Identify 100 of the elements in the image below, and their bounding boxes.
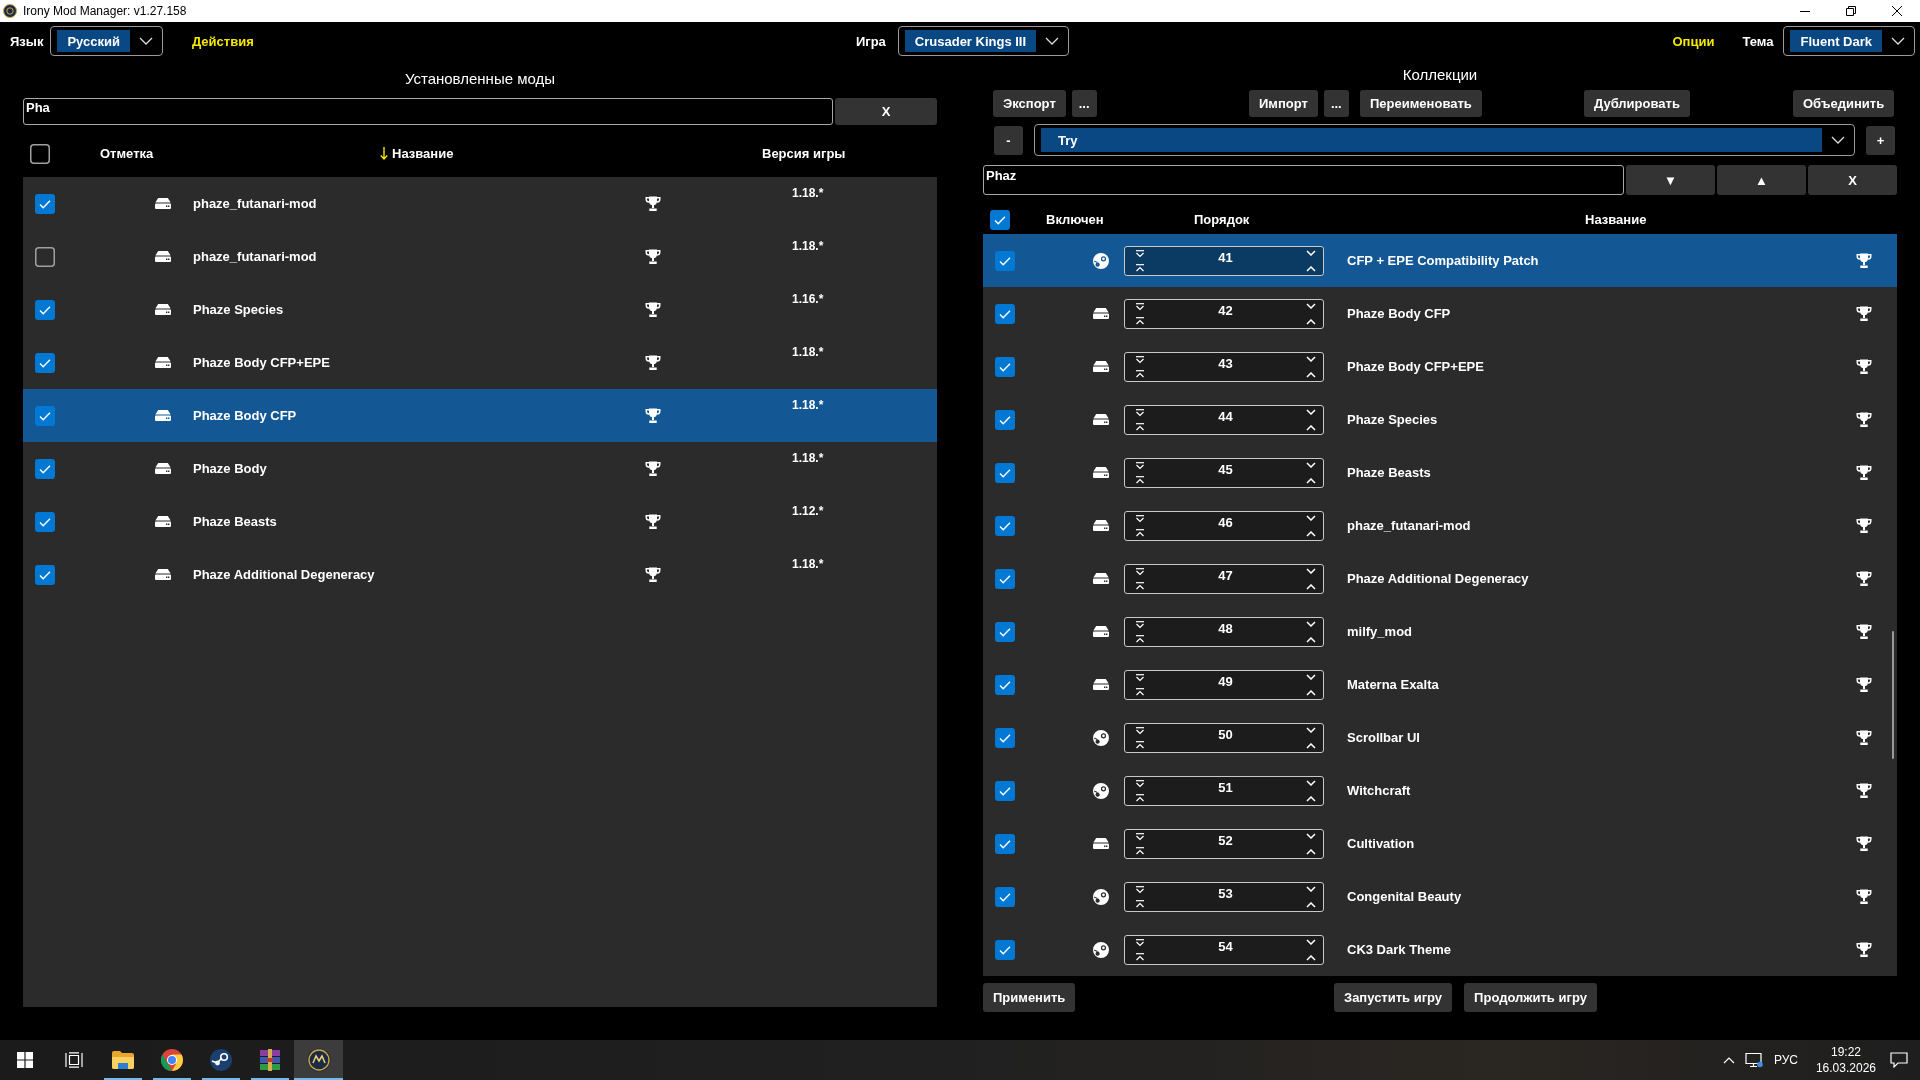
list-row[interactable]: Phaze Body CFP 1.18.* <box>23 389 937 442</box>
column-header[interactable]: Версия игры <box>762 146 846 161</box>
bar-chevron-up-icon[interactable] <box>1135 899 1145 908</box>
order-spinner[interactable]: 43 <box>1124 351 1324 382</box>
duplicate-button[interactable]: Дублировать <box>1584 90 1690 117</box>
chevron-up-icon[interactable] <box>1306 848 1316 855</box>
chevron-up-icon[interactable] <box>1306 901 1316 908</box>
chevron-up-icon[interactable] <box>1306 689 1316 696</box>
next-button[interactable]: ▼ <box>1626 165 1715 195</box>
chevron-down-icon[interactable] <box>1306 302 1316 309</box>
order-spinner[interactable]: 45 <box>1124 457 1324 488</box>
bar-chevron-up-icon[interactable] <box>1135 475 1145 484</box>
apply-button[interactable]: Применить <box>983 983 1076 1012</box>
bar-chevron-down-icon[interactable] <box>1135 302 1145 311</box>
clear-button[interactable]: X <box>1808 165 1897 195</box>
import-button[interactable]: Импорт <box>1249 90 1318 117</box>
order-spinner[interactable]: 50 <box>1124 722 1324 753</box>
column-header[interactable]: Включен <box>1046 212 1104 227</box>
checkbox[interactable] <box>995 250 1015 271</box>
order-spinner[interactable]: 48 <box>1124 616 1324 647</box>
task-view-icon[interactable] <box>64 1052 83 1068</box>
bar-chevron-up-icon[interactable] <box>1135 634 1145 643</box>
chevron-up-icon[interactable] <box>1306 795 1316 802</box>
chevron-up-icon[interactable] <box>1306 424 1316 431</box>
checkbox[interactable] <box>990 209 1010 230</box>
checkbox[interactable] <box>35 193 55 214</box>
checkbox[interactable] <box>995 939 1015 960</box>
chevron-up-icon[interactable] <box>1306 477 1316 484</box>
chevron-down-icon[interactable] <box>1306 779 1316 786</box>
bar-chevron-down-icon[interactable] <box>1135 620 1145 629</box>
checkbox[interactable] <box>995 621 1015 642</box>
remove-button[interactable]: - <box>994 125 1023 155</box>
bar-chevron-down-icon[interactable] <box>1135 567 1145 576</box>
chevron-up-icon[interactable] <box>1306 265 1316 272</box>
chevron-up-icon[interactable] <box>1306 583 1316 590</box>
bar-chevron-up-icon[interactable] <box>1135 369 1145 378</box>
checkbox[interactable] <box>995 674 1015 695</box>
bar-chevron-down-icon[interactable] <box>1135 355 1145 364</box>
launch-game-button[interactable]: Запустить игру <box>1334 983 1453 1012</box>
bar-chevron-down-icon[interactable] <box>1135 885 1145 894</box>
scrollbar-thumb[interactable] <box>1892 631 1894 759</box>
checkbox[interactable] <box>35 564 55 585</box>
checkbox[interactable] <box>35 352 55 373</box>
resume-game-button[interactable]: Продолжить игру <box>1464 983 1597 1012</box>
theme-dropdown[interactable]: Fluent Dark <box>1783 26 1915 56</box>
input-language[interactable]: РУС <box>1773 1053 1798 1067</box>
chevron-up-icon[interactable] <box>1306 742 1316 749</box>
checkbox[interactable] <box>995 303 1015 324</box>
bar-chevron-down-icon[interactable] <box>1135 514 1145 523</box>
bar-chevron-down-icon[interactable] <box>1135 249 1145 258</box>
bar-chevron-up-icon[interactable] <box>1135 528 1145 537</box>
order-spinner[interactable]: 54 <box>1124 934 1324 965</box>
bar-chevron-down-icon[interactable] <box>1135 408 1145 417</box>
chevron-down-icon[interactable] <box>1306 249 1316 256</box>
column-header[interactable]: Название <box>380 146 454 161</box>
chevron-down-icon[interactable] <box>1306 514 1316 521</box>
chevron-up-icon[interactable] <box>1306 318 1316 325</box>
checkbox[interactable] <box>995 356 1015 377</box>
column-header[interactable]: Отметка <box>100 146 154 161</box>
clock-time[interactable]: 19:22 <box>1830 1045 1861 1059</box>
chevron-down-icon[interactable] <box>1306 673 1316 680</box>
checkbox[interactable] <box>995 515 1015 536</box>
checkbox[interactable] <box>995 833 1015 854</box>
rename-button[interactable]: Переименовать <box>1360 90 1482 117</box>
chevron-down-icon[interactable] <box>1306 408 1316 415</box>
bar-chevron-up-icon[interactable] <box>1135 422 1145 431</box>
chevron-down-icon[interactable] <box>1306 885 1316 892</box>
column-header[interactable]: Порядок <box>1194 212 1250 227</box>
bar-chevron-down-icon[interactable] <box>1135 779 1145 788</box>
bar-chevron-up-icon[interactable] <box>1135 793 1145 802</box>
export-button[interactable]: Экспорт <box>993 90 1066 117</box>
caret-up-icon[interactable] <box>1722 1056 1735 1064</box>
windows-logo-icon[interactable] <box>16 1052 33 1068</box>
chevron-up-icon[interactable] <box>1306 954 1316 961</box>
bar-chevron-up-icon[interactable] <box>1135 740 1145 749</box>
checkbox[interactable] <box>995 462 1015 483</box>
bar-chevron-up-icon[interactable] <box>1135 263 1145 272</box>
clock-date[interactable]: 16.03.2026 <box>1815 1061 1876 1075</box>
chevron-down-icon[interactable] <box>1306 567 1316 574</box>
bar-chevron-down-icon[interactable] <box>1135 726 1145 735</box>
chevron-up-icon[interactable] <box>1306 636 1316 643</box>
actions-menu[interactable]: Действия <box>191 33 254 49</box>
bar-chevron-down-icon[interactable] <box>1135 673 1145 682</box>
notification-icon[interactable] <box>1890 1052 1908 1068</box>
more-button[interactable]: ... <box>1071 90 1097 117</box>
chevron-down-icon[interactable] <box>1306 938 1316 945</box>
bar-chevron-up-icon[interactable] <box>1135 581 1145 590</box>
bar-chevron-down-icon[interactable] <box>1135 832 1145 841</box>
order-spinner[interactable]: 46 <box>1124 510 1324 541</box>
collection-dropdown[interactable]: Try <box>1034 124 1855 156</box>
order-spinner[interactable]: 47 <box>1124 563 1324 594</box>
bar-chevron-down-icon[interactable] <box>1135 938 1145 947</box>
search-field[interactable]: Phaz <box>983 165 1624 195</box>
minimize-icon[interactable] <box>1800 10 1810 12</box>
more-button[interactable]: ... <box>1323 90 1349 117</box>
chevron-down-icon[interactable] <box>1306 832 1316 839</box>
bar-chevron-up-icon[interactable] <box>1135 952 1145 961</box>
clear-button[interactable]: X <box>835 98 937 125</box>
order-spinner[interactable]: 49 <box>1124 669 1324 700</box>
order-spinner[interactable]: 51 <box>1124 775 1324 806</box>
